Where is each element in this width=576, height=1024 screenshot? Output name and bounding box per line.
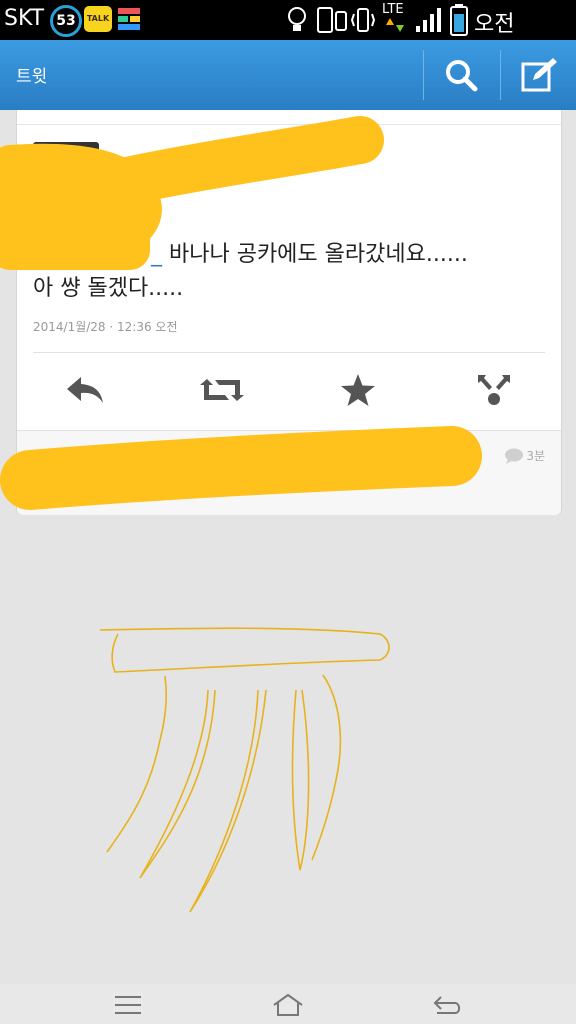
carrier-label: SKT	[4, 6, 45, 31]
card-divider	[17, 124, 561, 125]
reply-icon	[67, 377, 103, 403]
back-button[interactable]	[418, 990, 478, 1020]
search-button[interactable]	[424, 40, 500, 110]
search-icon	[446, 60, 478, 92]
reply-preview[interactable]: 3분	[17, 430, 561, 515]
back-icon	[433, 996, 461, 1014]
tweet-card[interactable]: _ 바나나 공카에도 올라갔네요...... 아 썅 돌겠다..... 2014…	[16, 110, 562, 515]
tweet-text-line1: 바나나 공카에도 올라갔네요......	[162, 242, 468, 267]
menu-button[interactable]	[98, 990, 158, 1020]
notification-count-badge: 53	[50, 5, 82, 37]
mention-link[interactable]: _	[33, 242, 162, 267]
reply-time-label: 3분	[526, 449, 545, 463]
vibrate-icon	[350, 8, 376, 32]
data-activity-icon	[386, 18, 404, 32]
app-bar: 트윗	[0, 40, 576, 110]
tweet-text-line2: 아 썅 돌겠다.....	[33, 276, 184, 301]
signal-strength-icon	[416, 8, 441, 32]
page-title: 트윗	[16, 67, 48, 87]
avatar[interactable]	[33, 142, 99, 192]
tweet-timestamp: 2014/1월/28 · 12:36 오전	[33, 320, 178, 334]
home-icon	[273, 993, 303, 1016]
screen-mirror-icon	[317, 7, 347, 33]
hand-drawing	[99, 627, 390, 913]
reply-time: 3분	[504, 447, 545, 464]
action-divider	[33, 352, 545, 353]
tweet-text: _ 바나나 공카에도 올라갔네요...... 아 썅 돌겠다.....	[33, 238, 553, 306]
reply-button[interactable]	[60, 368, 110, 412]
app-notification-icon	[118, 8, 140, 30]
compose-button[interactable]	[501, 40, 576, 110]
retweet-button[interactable]	[197, 368, 247, 412]
kakaotalk-icon: TALK	[84, 6, 112, 32]
speech-bubble-icon	[505, 448, 524, 464]
favorite-icon	[341, 374, 375, 406]
retweet-icon	[200, 379, 244, 401]
share-icon	[478, 375, 510, 405]
favorite-button[interactable]	[333, 368, 383, 412]
share-button[interactable]	[469, 368, 519, 412]
lightbulb-icon	[288, 7, 306, 31]
battery-icon	[450, 4, 468, 36]
home-button[interactable]	[258, 990, 318, 1020]
system-nav-bar	[0, 984, 576, 1024]
network-type-label: LTE	[382, 2, 404, 17]
compose-icon	[521, 58, 557, 92]
status-bar: SKT 53 TALK LTE 오전 12:40	[0, 0, 576, 63]
menu-icon	[115, 996, 141, 1014]
